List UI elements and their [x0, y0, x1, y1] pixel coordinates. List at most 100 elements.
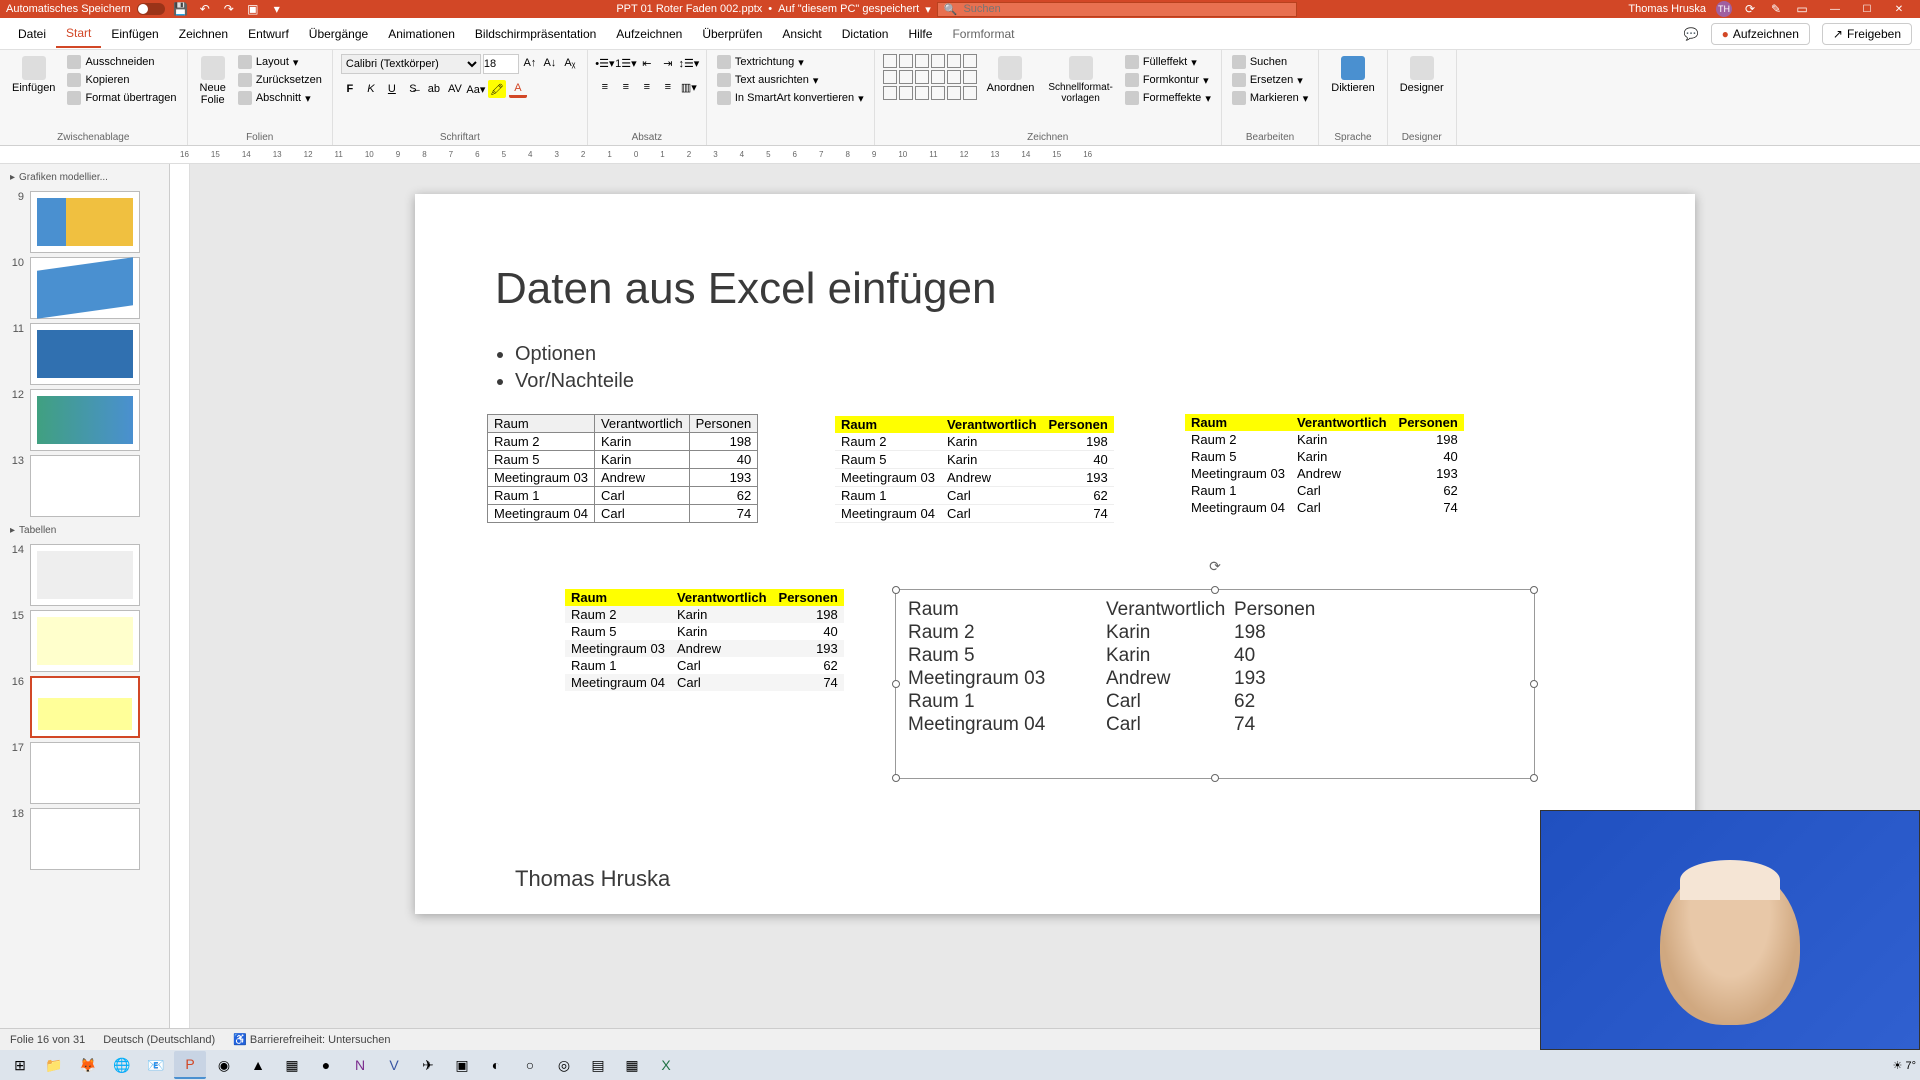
- search-box[interactable]: 🔍: [937, 2, 1297, 17]
- tab-bildschirm[interactable]: Bildschirmpräsentation: [465, 21, 606, 47]
- table-yellow-2[interactable]: RaumVerantwortlichPersonen Raum 2Karin19…: [1185, 414, 1464, 516]
- align-right-button[interactable]: ≡: [638, 78, 656, 96]
- firefox-icon[interactable]: 🦊: [72, 1051, 104, 1079]
- app-icon-4[interactable]: ▣: [446, 1051, 478, 1079]
- resize-handle[interactable]: [892, 774, 900, 782]
- section-header-tabellen[interactable]: ▸ Tabellen: [4, 521, 165, 540]
- clear-format-icon[interactable]: Aᵪ: [561, 54, 579, 72]
- chrome-icon[interactable]: 🌐: [106, 1051, 138, 1079]
- highlight-button[interactable]: 🖍: [488, 80, 506, 98]
- format-painter-button[interactable]: Format übertragen: [65, 90, 178, 106]
- strike-button[interactable]: S̶: [404, 80, 422, 98]
- outlook-icon[interactable]: 📧: [140, 1051, 172, 1079]
- slide-thumb-13[interactable]: [30, 455, 140, 517]
- font-family-select[interactable]: Calibri (Textkörper): [341, 54, 481, 74]
- layout-button[interactable]: Layout▾: [236, 54, 324, 70]
- tab-ueberpruefen[interactable]: Überprüfen: [692, 21, 772, 47]
- copy-button[interactable]: Kopieren: [65, 72, 178, 88]
- redo-icon[interactable]: ↷: [221, 1, 237, 17]
- indent-dec-button[interactable]: ⇤: [638, 54, 656, 72]
- resize-handle[interactable]: [1530, 680, 1538, 688]
- window-icon[interactable]: ▭: [1794, 1, 1810, 17]
- slide-thumb-17[interactable]: [30, 742, 140, 804]
- align-left-button[interactable]: ≡: [596, 78, 614, 96]
- tab-entwurf[interactable]: Entwurf: [238, 21, 299, 47]
- reset-button[interactable]: Zurücksetzen: [236, 72, 324, 88]
- align-text-button[interactable]: Text ausrichten▾: [715, 72, 866, 88]
- visio-icon[interactable]: V: [378, 1051, 410, 1079]
- paste-button[interactable]: Einfügen: [8, 54, 59, 96]
- comments-icon[interactable]: 💬: [1684, 27, 1699, 41]
- close-button[interactable]: ✕: [1884, 1, 1914, 17]
- tab-formformat[interactable]: Formformat: [942, 21, 1024, 47]
- columns-button[interactable]: ▥▾: [680, 78, 698, 96]
- quickstyles-button[interactable]: Schnellformat- vorlagen: [1044, 54, 1116, 106]
- slide-thumb-9[interactable]: [30, 191, 140, 253]
- file-explorer-icon[interactable]: 📁: [38, 1051, 70, 1079]
- bullets-button[interactable]: •☰▾: [596, 54, 614, 72]
- tab-ansicht[interactable]: Ansicht: [772, 21, 831, 47]
- tab-einfuegen[interactable]: Einfügen: [101, 21, 168, 47]
- minimize-button[interactable]: —: [1820, 1, 1850, 17]
- cut-button[interactable]: Ausschneiden: [65, 54, 178, 70]
- shadow-button[interactable]: ab: [425, 80, 443, 98]
- table-yellow-3[interactable]: RaumVerantwortlichPersonen Raum 2Karin19…: [565, 589, 844, 691]
- app-icon-8[interactable]: ▤: [582, 1051, 614, 1079]
- app-icon-3[interactable]: ●: [310, 1051, 342, 1079]
- justify-button[interactable]: ≡: [659, 78, 677, 96]
- tab-aufzeichnen[interactable]: Aufzeichnen: [606, 21, 692, 47]
- resize-handle[interactable]: [1530, 586, 1538, 594]
- language-status[interactable]: Deutsch (Deutschland): [103, 1034, 215, 1046]
- start-button[interactable]: ⊞: [4, 1051, 36, 1079]
- font-size-input[interactable]: [483, 54, 519, 74]
- case-button[interactable]: Aa▾: [467, 80, 485, 98]
- resize-handle[interactable]: [1530, 774, 1538, 782]
- maximize-button[interactable]: ☐: [1852, 1, 1882, 17]
- onenote-icon[interactable]: N: [344, 1051, 376, 1079]
- slide-title[interactable]: Daten aus Excel einfügen: [495, 264, 996, 314]
- resize-handle[interactable]: [1211, 774, 1219, 782]
- selected-textbox[interactable]: ⟳ RaumVerantwortlichPersonen Raum 2Karin…: [895, 589, 1535, 779]
- spacing-button[interactable]: AV: [446, 80, 464, 98]
- undo-icon[interactable]: ↶: [197, 1, 213, 17]
- tab-hilfe[interactable]: Hilfe: [898, 21, 942, 47]
- accessibility-status[interactable]: ♿ Barrierefreiheit: Untersuchen: [233, 1033, 390, 1046]
- font-color-button[interactable]: A: [509, 80, 527, 98]
- record-button[interactable]: ●Aufzeichnen: [1711, 23, 1810, 45]
- slide-thumb-15[interactable]: [30, 610, 140, 672]
- underline-button[interactable]: U: [383, 80, 401, 98]
- tab-datei[interactable]: Datei: [8, 21, 56, 47]
- align-center-button[interactable]: ≡: [617, 78, 635, 96]
- more-icon[interactable]: ▾: [269, 1, 285, 17]
- effects-button[interactable]: Formeffekte▾: [1123, 90, 1213, 106]
- text-direction-button[interactable]: Textrichtung▾: [715, 54, 866, 70]
- slide-thumb-11[interactable]: [30, 323, 140, 385]
- slide-thumb-10[interactable]: [30, 257, 140, 319]
- sync-icon[interactable]: ⟳: [1742, 1, 1758, 17]
- app-icon-6[interactable]: ○: [514, 1051, 546, 1079]
- chevron-down-icon[interactable]: ▾: [925, 3, 931, 16]
- numbering-button[interactable]: 1☰▾: [617, 54, 635, 72]
- designer-button[interactable]: Designer: [1396, 54, 1448, 96]
- tab-zeichnen[interactable]: Zeichnen: [169, 21, 238, 47]
- shape-gallery[interactable]: [883, 54, 977, 100]
- dictate-button[interactable]: Diktieren: [1327, 54, 1378, 96]
- grow-font-icon[interactable]: A↑: [521, 54, 539, 72]
- app-icon-7[interactable]: ◎: [548, 1051, 580, 1079]
- select-button[interactable]: Markieren▾: [1230, 90, 1310, 106]
- find-button[interactable]: Suchen: [1230, 54, 1310, 70]
- slide-thumbnails[interactable]: ▸ Grafiken modellier... 9 10 11 12 13 ▸ …: [0, 164, 170, 1028]
- italic-button[interactable]: K: [362, 80, 380, 98]
- tab-start[interactable]: Start: [56, 20, 101, 48]
- tab-uebergaenge[interactable]: Übergänge: [299, 21, 378, 47]
- shrink-font-icon[interactable]: A↓: [541, 54, 559, 72]
- save-icon[interactable]: 💾: [173, 1, 189, 17]
- slideshow-icon[interactable]: ▣: [245, 1, 261, 17]
- slide-thumb-16[interactable]: [30, 676, 140, 738]
- app-icon[interactable]: ◉: [208, 1051, 240, 1079]
- table-bordered[interactable]: RaumVerantwortlichPersonen Raum 2Karin19…: [487, 414, 758, 523]
- table-yellow-1[interactable]: RaumVerantwortlichPersonen Raum 2Karin19…: [835, 416, 1114, 523]
- vlc-icon[interactable]: ▲: [242, 1051, 274, 1079]
- slide-thumb-18[interactable]: [30, 808, 140, 870]
- user-name[interactable]: Thomas Hruska: [1628, 3, 1706, 15]
